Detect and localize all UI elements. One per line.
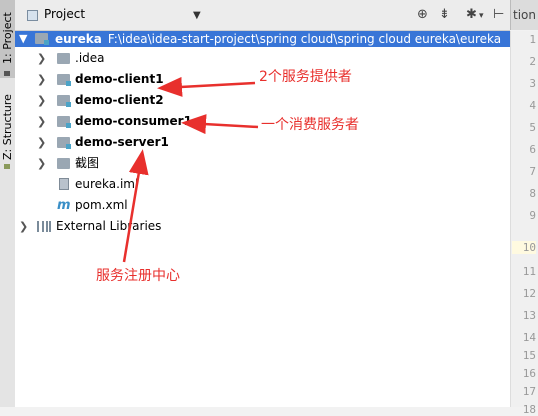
annotation-providers: 2个服务提供者 — [259, 69, 352, 85]
annotation-registry: 服务注册中心 — [96, 268, 180, 284]
arrow-to-client1 — [157, 76, 256, 97]
arrow-to-consumer1 — [181, 114, 259, 135]
annotation-consumer: 一个消费服务者 — [261, 117, 359, 133]
arrow-to-server1 — [122, 149, 149, 263]
annotation-arrows — [122, 76, 259, 263]
